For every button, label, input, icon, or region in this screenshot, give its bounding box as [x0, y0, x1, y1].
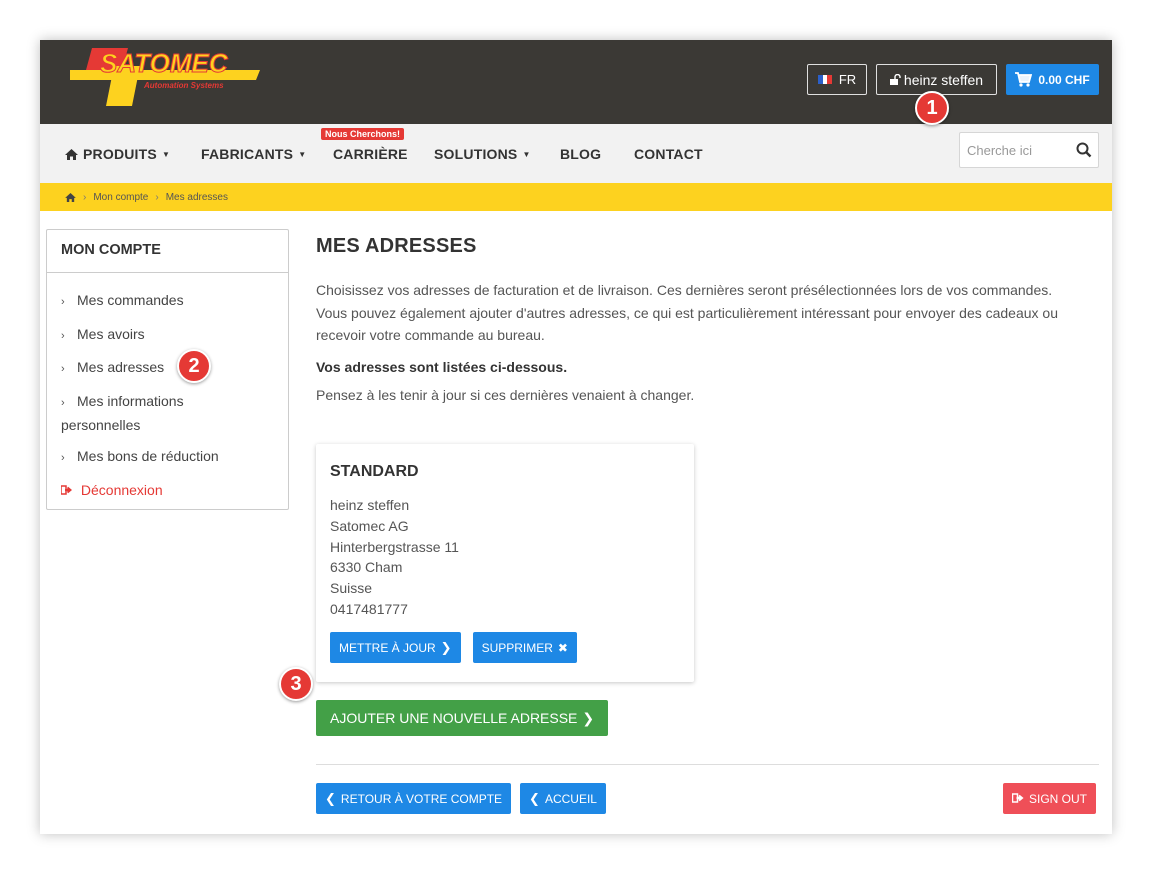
nav-item-carriere[interactable]: CARRIÈRE — [333, 146, 408, 162]
account-sidebar: MON COMPTE › Mes commandes › Mes avoirs › M… — [46, 229, 289, 510]
address-lines: heinz steffen Satomec AG Hinterbergstras… — [330, 495, 680, 620]
add-address-button[interactable]: AJOUTER UNE NOUVELLE ADRESSE ❯ — [316, 700, 609, 736]
sign-out-icon — [60, 481, 77, 503]
breadcrumb-addresses: Mes adresses — [165, 191, 228, 203]
sidebar-item-logout[interactable]: Déconnexion — [60, 479, 288, 503]
sidebar-title: MON COMPTE — [47, 230, 288, 273]
chevron-right-icon: › — [61, 396, 65, 409]
sidebar-item-credits[interactable]: › Mes avoirs — [61, 323, 288, 347]
update-address-button[interactable]: METTRE À JOUR ❯ — [330, 632, 461, 663]
search-icon[interactable] — [1076, 142, 1092, 158]
sidebar-item-addresses[interactable]: › Mes adresses — [61, 356, 288, 380]
nav-item-solutions[interactable]: SOLUTIONS ▼ — [434, 146, 531, 162]
breadcrumb: › Mon compte › Mes adresses — [40, 183, 1112, 211]
nav-item-produits[interactable]: PRODUITS ▼ — [65, 146, 170, 162]
cart-icon — [1015, 72, 1033, 87]
language-selector[interactable]: FR — [807, 64, 867, 95]
nav-item-blog[interactable]: BLOG — [560, 146, 601, 162]
site-header: SATOMEC Automation Systems FR heinz stef… — [40, 40, 1112, 124]
address-title: STANDARD — [330, 463, 419, 480]
sidebar-item-personal-info[interactable]: › Mes informations personnelles — [61, 390, 221, 436]
home-icon[interactable] — [65, 192, 76, 202]
caret-down-icon: ▼ — [522, 149, 531, 159]
address-line: heinz steffen — [330, 497, 410, 513]
main-content: MES ADRESSES Choisissez vos adresses de … — [316, 229, 1099, 403]
nav-item-fabricants[interactable]: FABRICANTS ▼ — [201, 146, 306, 162]
satomec-logo[interactable]: SATOMEC Automation Systems — [70, 44, 270, 110]
chevron-right-icon: ❯ — [582, 709, 595, 726]
annotation-marker: 1 — [915, 91, 949, 125]
chevron-right-icon: › — [61, 363, 65, 375]
account-name: heinz steffen — [903, 71, 984, 88]
address-line: 6330 Cham — [330, 559, 403, 576]
unlock-icon — [889, 74, 901, 85]
cart-button[interactable]: 0.00 CHF — [1006, 64, 1099, 95]
address-line: 0417481777 — [330, 600, 408, 617]
delete-address-button[interactable]: SUPPRIMER ✖ — [472, 632, 577, 663]
close-icon: ✖ — [557, 640, 568, 655]
intro-text: Choisissez vos adresses de facturation e… — [316, 282, 1059, 343]
back-to-account-button[interactable]: ❮ RETOUR À VOTRE COMPTE — [316, 783, 512, 814]
breadcrumb-account[interactable]: Mon compte — [93, 192, 148, 203]
home-icon — [65, 148, 78, 160]
browser-frame: SATOMEC Automation Systems FR heinz stef… — [40, 40, 1112, 834]
breadcrumb-separator-icon: › — [83, 191, 87, 203]
caret-down-icon: ▼ — [298, 149, 307, 159]
address-line: Suisse — [330, 580, 373, 597]
sidebar-item-orders[interactable]: › Mes commandes — [61, 289, 288, 313]
addresses-listed-note: Vos adresses sont listées ci-dessous. — [316, 358, 568, 375]
svg-text:SATOMEC: SATOMEC — [100, 48, 229, 78]
search-input[interactable] — [960, 133, 1070, 167]
home-button[interactable]: ❮ ACCUEIL — [520, 783, 606, 814]
caret-down-icon: ▼ — [161, 149, 171, 159]
chevron-right-icon: › — [61, 329, 65, 342]
chevron-left-icon: ❮ — [529, 790, 540, 806]
page-title: MES ADRESSES — [316, 235, 477, 257]
careers-badge: Nous Cherchons! — [321, 128, 405, 140]
french-flag-icon — [817, 75, 832, 84]
nav-item-contact[interactable]: CONTACT — [634, 146, 703, 162]
language-label: FR — [838, 72, 857, 87]
cart-total: 0.00 CHF — [1038, 72, 1090, 87]
breadcrumb-separator-icon: › — [155, 191, 159, 203]
annotation-marker: 2 — [177, 349, 211, 383]
keep-updated-note: Pensez à les tenir à jour si ces dernièr… — [316, 386, 695, 403]
chevron-right-icon: ❯ — [440, 639, 452, 655]
sign-out-icon — [1011, 792, 1024, 806]
address-card: STANDARD heinz steffen Satomec AG Hinter… — [316, 444, 694, 682]
sidebar-item-vouchers[interactable]: › Mes bons de réduction — [61, 445, 288, 469]
divider — [316, 764, 1099, 765]
sign-out-button[interactable]: SIGN OUT — [1003, 783, 1097, 814]
annotation-marker: 3 — [279, 667, 313, 701]
address-line: Satomec AG — [330, 517, 409, 534]
chevron-right-icon: › — [61, 452, 65, 464]
svg-text:Automation Systems: Automation Systems — [143, 81, 224, 90]
search-box — [959, 132, 1099, 168]
chevron-left-icon: ❮ — [325, 790, 336, 806]
chevron-right-icon: › — [61, 296, 65, 308]
main-navigation: PRODUITS ▼ FABRICANTS ▼ Nous Cherchons! CA… — [40, 124, 1112, 183]
address-line: Hinterbergstrasse 11 — [330, 538, 459, 555]
account-button[interactable]: heinz steffen — [876, 64, 997, 95]
